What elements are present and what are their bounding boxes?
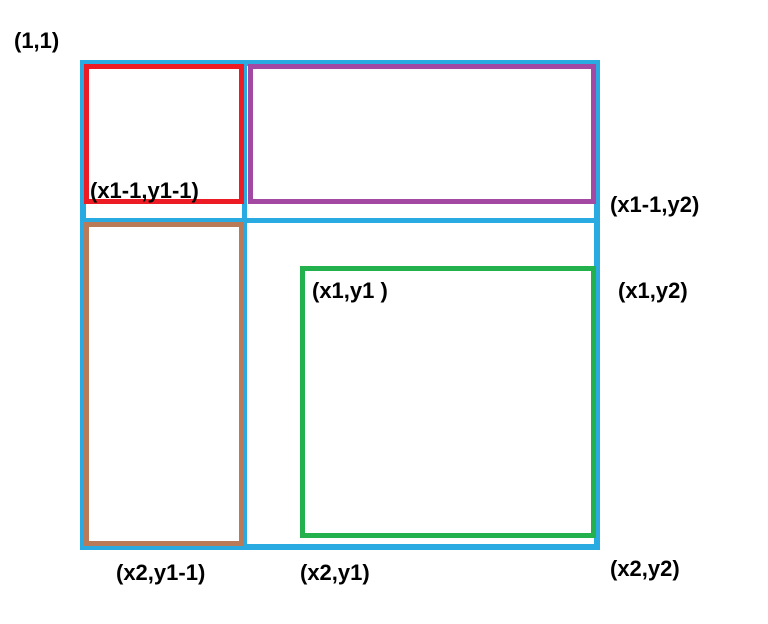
label-green-right-top: (x1,y2) (618, 278, 688, 304)
label-top-left: (1,1) (14, 28, 59, 54)
brown-rectangle (84, 222, 244, 546)
label-purple-right: (x1-1,y2) (610, 192, 699, 218)
label-red-corner: (x1-1,y1-1) (90, 178, 199, 204)
label-bottom-right: (x2,y2) (610, 556, 680, 582)
label-brown-bottom: (x2,y1-1) (116, 560, 205, 586)
label-green-left: (x1,y1 ) (312, 278, 388, 304)
label-green-bottom: (x2,y1) (300, 560, 370, 586)
green-rectangle (300, 266, 596, 538)
purple-rectangle (248, 64, 596, 204)
